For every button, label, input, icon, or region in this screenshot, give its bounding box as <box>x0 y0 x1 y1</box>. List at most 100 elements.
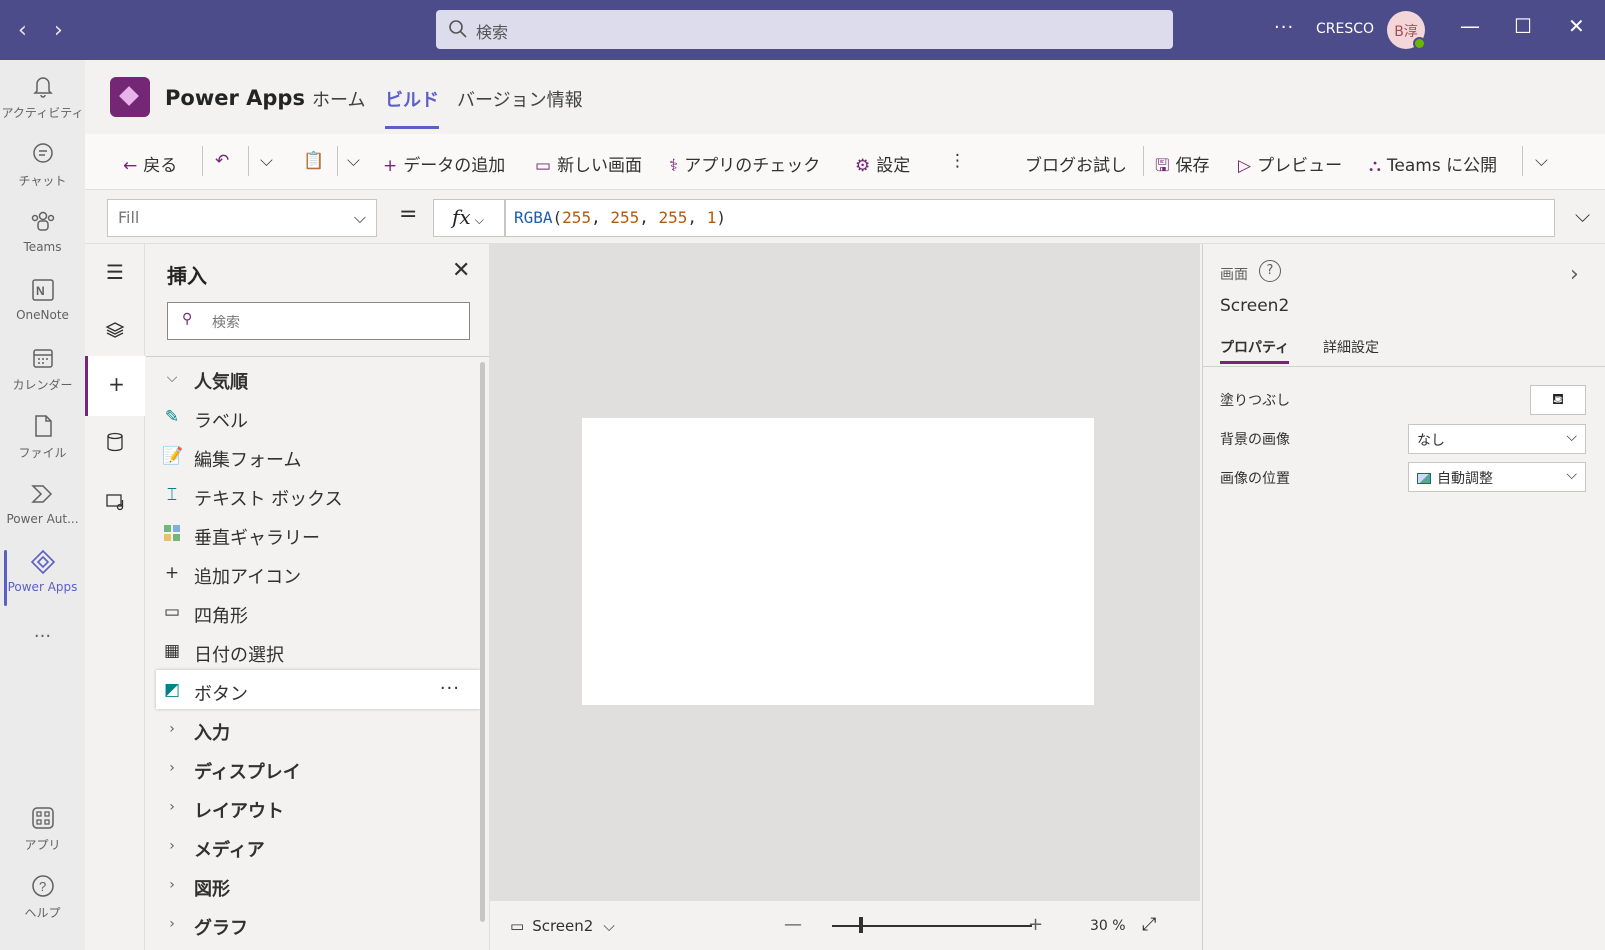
rail-item-apps[interactable]: アプリ <box>0 804 85 853</box>
insert-plus-icon[interactable]: + <box>85 356 145 416</box>
data-cylinder-icon[interactable] <box>85 416 145 476</box>
image-position-dropdown[interactable]: 自動調整 ⌵ <box>1408 462 1586 492</box>
forward-nav-icon[interactable]: › <box>54 18 63 43</box>
category-display[interactable]: › ディスプレイ <box>156 748 480 787</box>
presence-available-icon <box>1413 37 1426 50</box>
back-nav-icon[interactable]: ‹ <box>18 18 27 43</box>
category-charts[interactable]: › グラフ <box>156 904 480 943</box>
divider <box>146 356 489 357</box>
rail-item-help[interactable]: ? ヘルプ <box>0 872 85 921</box>
overflow-menu-icon[interactable]: ⋮ <box>949 151 966 171</box>
publish-teams-button[interactable]: ⛬ Teams に公開 <box>1369 151 1497 176</box>
more-options-icon[interactable]: ··· <box>1274 17 1294 38</box>
tree-view-layers-icon[interactable] <box>85 304 145 364</box>
studio-toolbar: ← 戻る ↶ ⌵ 📋 ⌵ + データの追加 ▭ 新しい画面 ⚕ アプリのチェック ⚙ 設定… <box>85 134 1605 190</box>
insert-list: ⌵ 人気順 ✎ ラベル 📝 編集フォーム ⌶ テキスト ボックス 垂直ギャラリー + 追加… <box>156 358 480 943</box>
help-icon[interactable]: ? <box>1259 260 1281 282</box>
chevron-down-icon[interactable]: ⌵ <box>347 151 360 171</box>
category-popular[interactable]: ⌵ 人気順 <box>156 358 480 397</box>
new-screen-button[interactable]: ▭ 新しい画面 <box>535 151 642 176</box>
bg-image-dropdown[interactable]: なし ⌵ <box>1408 424 1586 454</box>
chevron-right-icon: › <box>169 760 175 776</box>
settings-button[interactable]: ⚙ 設定 <box>855 151 910 176</box>
tab-home[interactable]: ホーム <box>312 86 365 112</box>
close-icon[interactable]: ✕ <box>452 258 470 283</box>
screen-preview[interactable] <box>582 418 1094 705</box>
toolbar-divider <box>337 146 338 176</box>
list-item[interactable]: ⌶ テキスト ボックス <box>156 475 480 514</box>
property-dropdown[interactable]: Fill ⌵ <box>107 199 377 237</box>
more-options-icon[interactable]: ··· <box>440 678 460 699</box>
back-button[interactable]: ← 戻る <box>123 151 177 176</box>
rail-label: ファイル <box>18 446 67 460</box>
rail-item-files[interactable]: ファイル <box>0 412 85 461</box>
close-window-icon[interactable]: ✕ <box>1568 14 1585 38</box>
app-checker-button[interactable]: ⚕ アプリのチェック <box>669 151 820 176</box>
list-item[interactable]: 垂直ギャラリー <box>156 514 480 553</box>
chevron-down-icon: ⌵ <box>474 213 484 227</box>
list-item[interactable]: ▭ 四角形 <box>156 592 480 631</box>
scrollbar[interactable] <box>480 362 485 922</box>
category-shapes[interactable]: › 図形 <box>156 865 480 904</box>
rail-item-teams[interactable]: Teams <box>0 208 85 254</box>
minimize-icon[interactable]: — <box>1460 14 1480 38</box>
rail-item-chat[interactable]: チャット <box>0 140 85 189</box>
rail-item-power-automate[interactable]: Power Aut... <box>0 480 85 526</box>
add-data-button[interactable]: + データの追加 <box>383 151 505 176</box>
chevron-down-icon[interactable]: ⌵ <box>260 151 273 171</box>
rail-item-power-apps[interactable]: Power Apps <box>0 548 85 606</box>
list-item[interactable]: ◩ ボタン ··· <box>156 670 480 709</box>
save-button[interactable]: 🖫 保存 <box>1155 151 1209 182</box>
title-bar: ‹ › 検索 ··· CRESCO B淳 — ☐ ✕ <box>0 0 1605 60</box>
tab-advanced[interactable]: 詳細設定 <box>1323 337 1379 357</box>
chevron-down-icon[interactable]: ⌵ <box>1535 151 1548 171</box>
button-icon: ◩ <box>163 680 181 700</box>
rail-label: Power Apps <box>7 580 78 594</box>
blog-button[interactable]: ブログお試し <box>1025 151 1127 176</box>
zoom-in-icon[interactable]: + <box>1028 914 1043 935</box>
undo-icon[interactable]: ↶ <box>215 151 235 171</box>
list-item[interactable]: ▦ 日付の選択 <box>156 631 480 670</box>
category-label: グラフ <box>194 918 248 939</box>
preview-button[interactable]: ▷ プレビュー <box>1238 151 1342 176</box>
category-layout[interactable]: › レイアウト <box>156 787 480 826</box>
formula-arg: 1 <box>706 208 717 227</box>
expand-formula-icon[interactable]: ⌵ <box>1575 203 1590 227</box>
rail-item-activity[interactable]: アクティビティ <box>0 72 85 121</box>
rail-item-onenote[interactable]: N OneNote <box>0 276 85 322</box>
insert-panel: 挿入 ✕ ⚲ 検索 ⌵ 人気順 ✎ ラベル 📝 編集フォーム ⌶ テキスト ボックス 垂… <box>146 244 490 950</box>
tab-properties[interactable]: プロパティ <box>1220 337 1290 364</box>
zoom-slider-thumb[interactable] <box>859 917 863 933</box>
fx-button[interactable]: fx ⌵ <box>433 199 505 237</box>
tab-about[interactable]: バージョン情報 <box>457 86 583 112</box>
paste-icon[interactable]: 📋 <box>303 151 330 171</box>
zoom-out-icon[interactable]: — <box>784 914 802 935</box>
teams-app-rail: アクティビティ チャット Teams N OneNote カレンダー ファイル … <box>0 60 85 950</box>
chat-icon <box>32 143 53 163</box>
global-search-input[interactable]: 検索 <box>436 10 1173 49</box>
media-icon[interactable] <box>85 476 145 536</box>
toolbar-divider <box>202 146 203 176</box>
zoom-unit: % <box>1112 918 1126 934</box>
fit-to-window-icon[interactable]: ⤢ <box>1142 914 1156 935</box>
formula-input[interactable]: RGBA(255, 255, 255, 1) <box>505 199 1555 237</box>
rail-item-calendar[interactable]: カレンダー <box>0 344 85 393</box>
equals-sign: = <box>399 202 418 227</box>
insert-search-input[interactable]: ⚲ 検索 <box>167 302 470 340</box>
rail-label: アクティビティ <box>1 106 84 120</box>
chevron-right-icon[interactable]: › <box>1570 262 1579 287</box>
category-media[interactable]: › メディア <box>156 826 480 865</box>
rail-more-apps-icon[interactable]: ··· <box>0 626 85 647</box>
screen-selector[interactable]: ▭ Screen2 ⌵ <box>510 917 615 935</box>
maximize-icon[interactable]: ☐ <box>1514 14 1532 38</box>
svg-text:N: N <box>36 284 45 298</box>
app-checker-label: アプリのチェック <box>684 156 821 176</box>
list-item[interactable]: + 追加アイコン <box>156 553 480 592</box>
hamburger-icon[interactable]: ☰ <box>85 244 145 304</box>
tab-build[interactable]: ビルド <box>385 86 439 129</box>
category-input[interactable]: › 入力 <box>156 709 480 748</box>
fill-color-button[interactable]: ⛾ <box>1530 385 1586 415</box>
list-item[interactable]: 📝 編集フォーム <box>156 436 480 475</box>
category-label: ディスプレイ <box>194 762 301 783</box>
list-item[interactable]: ✎ ラベル <box>156 397 480 436</box>
